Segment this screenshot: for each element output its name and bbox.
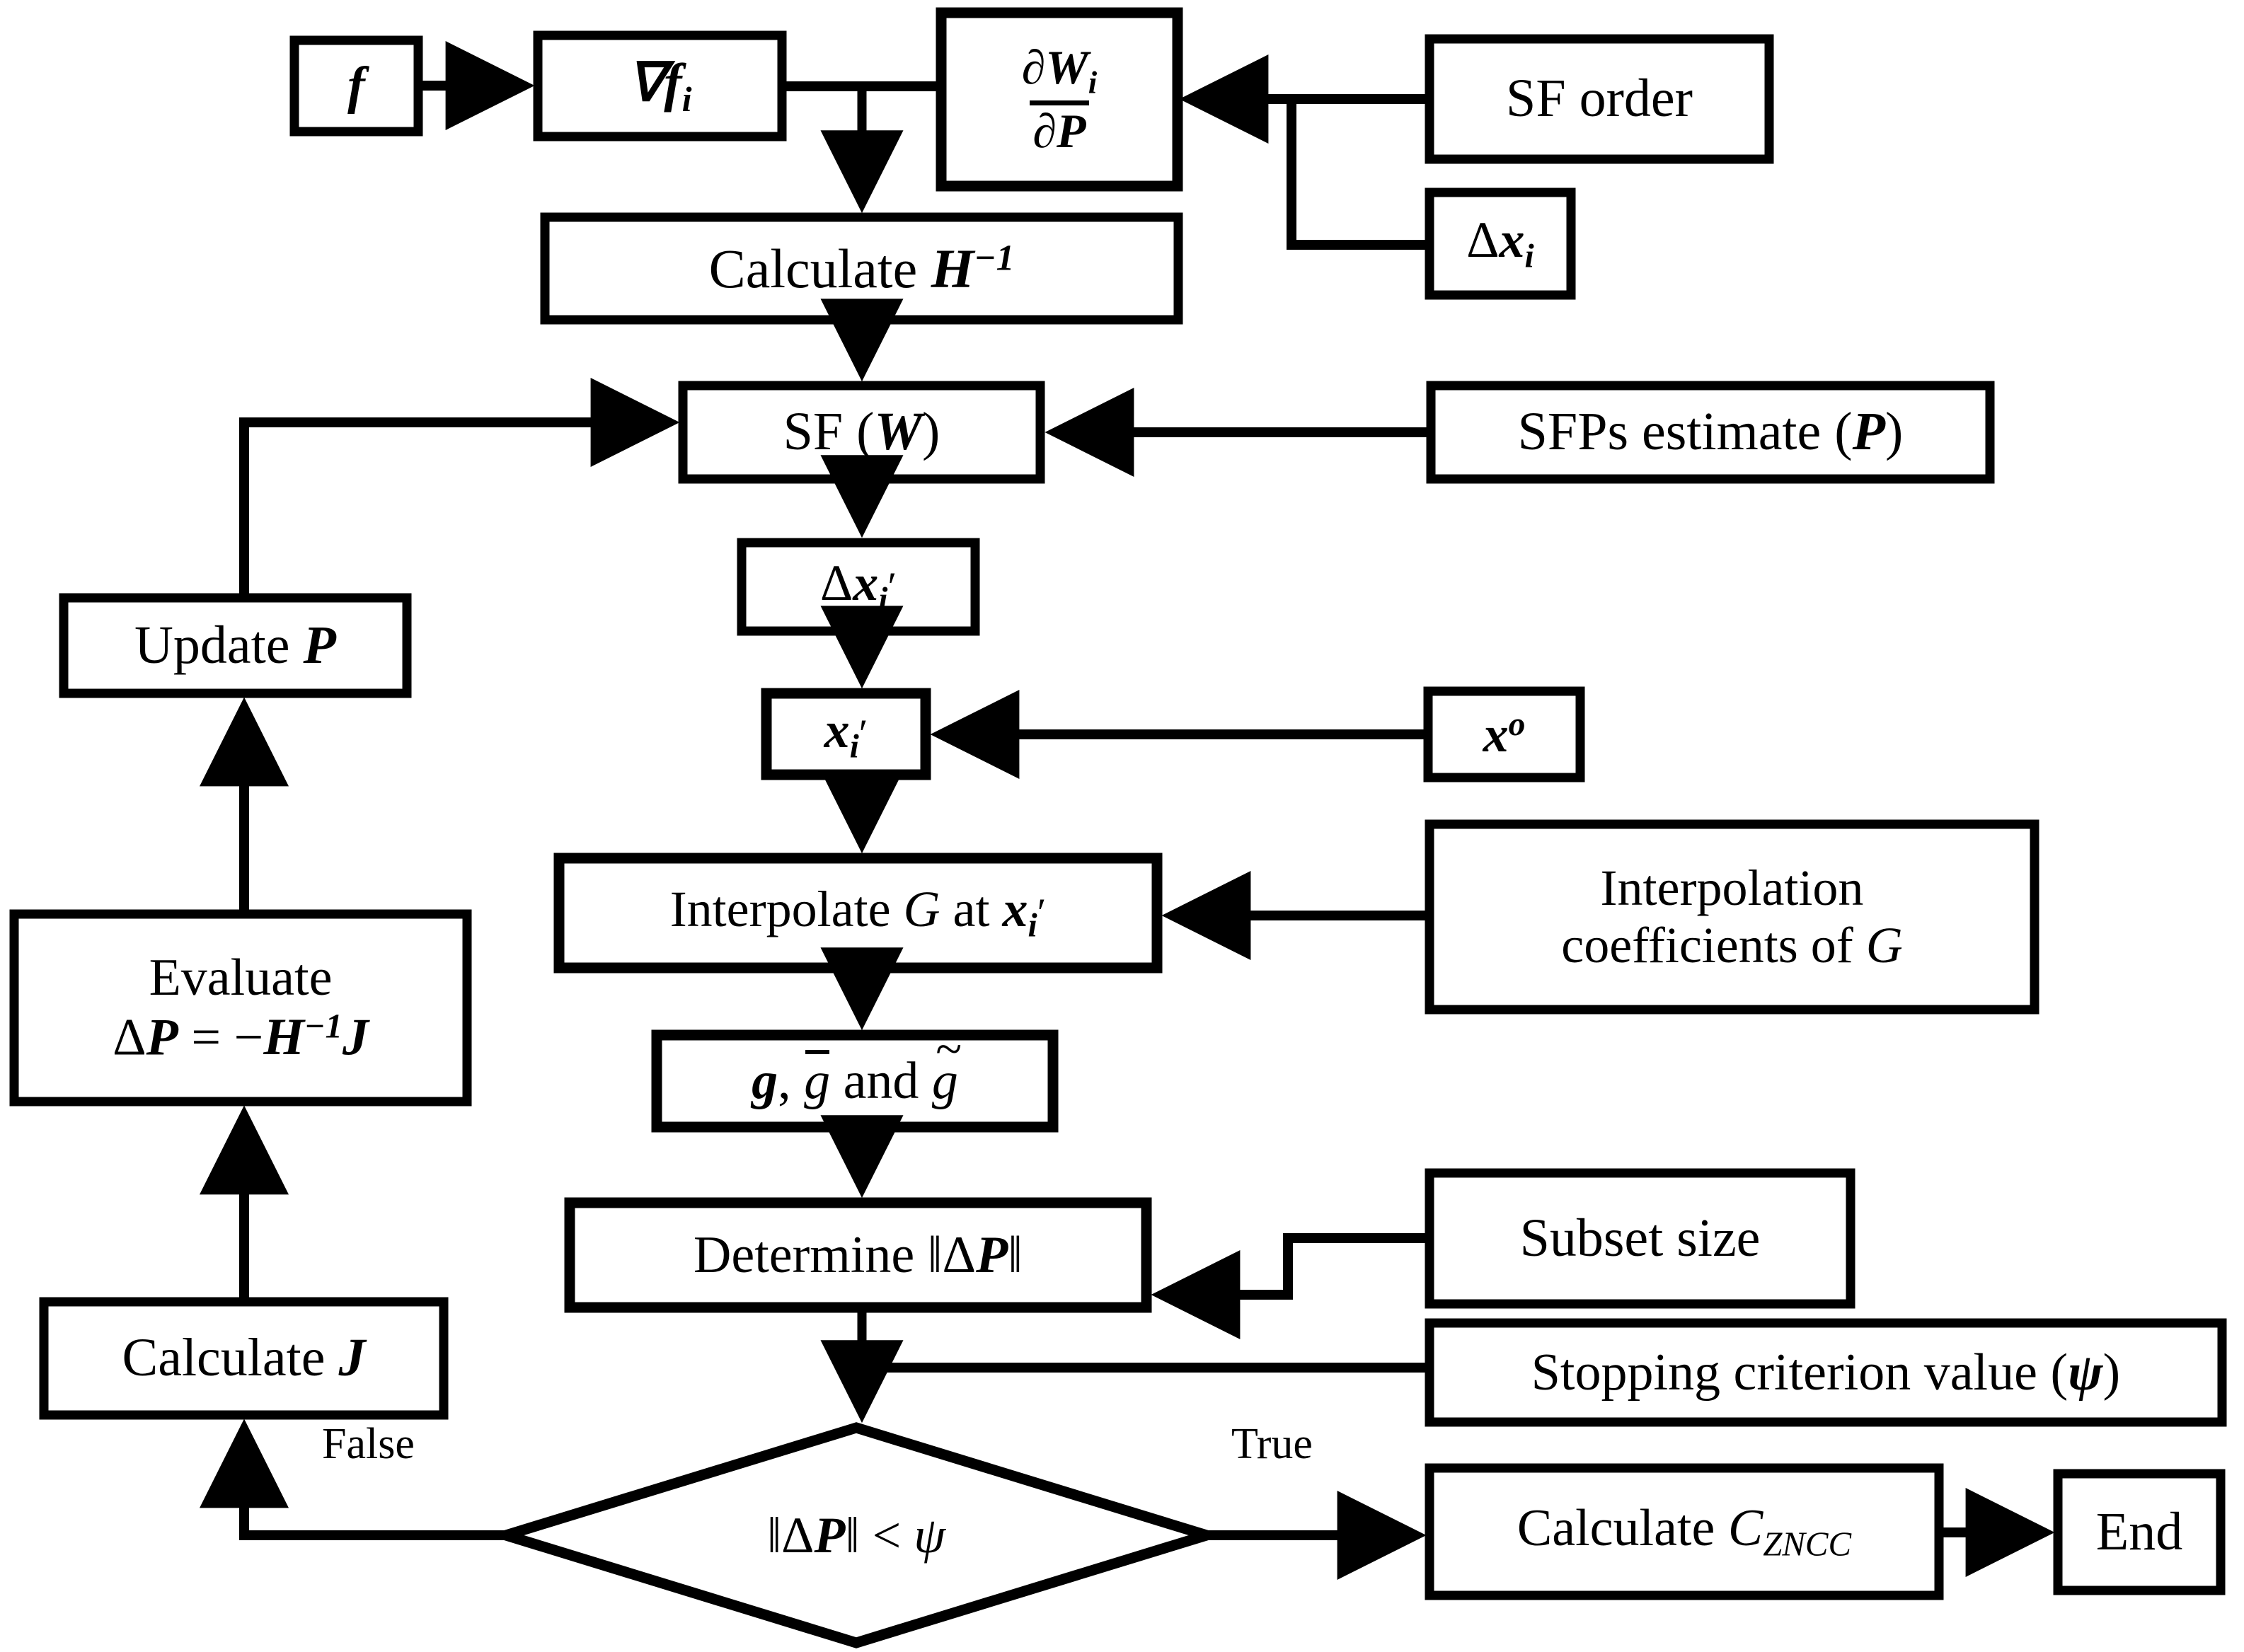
box-update-p [59,593,412,698]
box-x-o [1423,686,1585,782]
box-determine [564,1197,1152,1313]
box-evaluate [9,909,472,1107]
box-calc-zncc [1425,1463,1944,1600]
box-grad-f [533,30,787,141]
box-interpolate [553,853,1163,974]
edge-update-to-sfw [239,378,680,598]
edge-label-false: False [322,1420,415,1468]
flowchart-canvas: f ∇fi ∂Wi ∂P SF order Δxi Calculate H−1 … [0,0,2244,1652]
box-dwdp [936,7,1183,192]
box-sf-w [678,381,1045,484]
box-calc-h [540,212,1183,325]
box-f [289,35,423,137]
box-dx-i [1425,187,1576,300]
box-end [2053,1469,2226,1595]
box-x-prime [761,688,931,780]
box-g [651,1029,1059,1133]
box-subset-size [1425,1168,1855,1309]
edge-subset-to-determine [1151,1233,1429,1339]
decision-diamond [488,1422,1225,1648]
box-sfps [1426,381,1995,484]
edge-dxi-join [1287,99,1429,250]
box-dx-prime [737,538,980,636]
box-interp-coeff [1425,819,2039,1015]
flowchart-svg [9,7,2227,1648]
box-calc-j [39,1297,449,1420]
box-sf-order [1425,34,1774,164]
box-stopping [1425,1318,2227,1427]
edge-label-true: True [1231,1420,1313,1468]
